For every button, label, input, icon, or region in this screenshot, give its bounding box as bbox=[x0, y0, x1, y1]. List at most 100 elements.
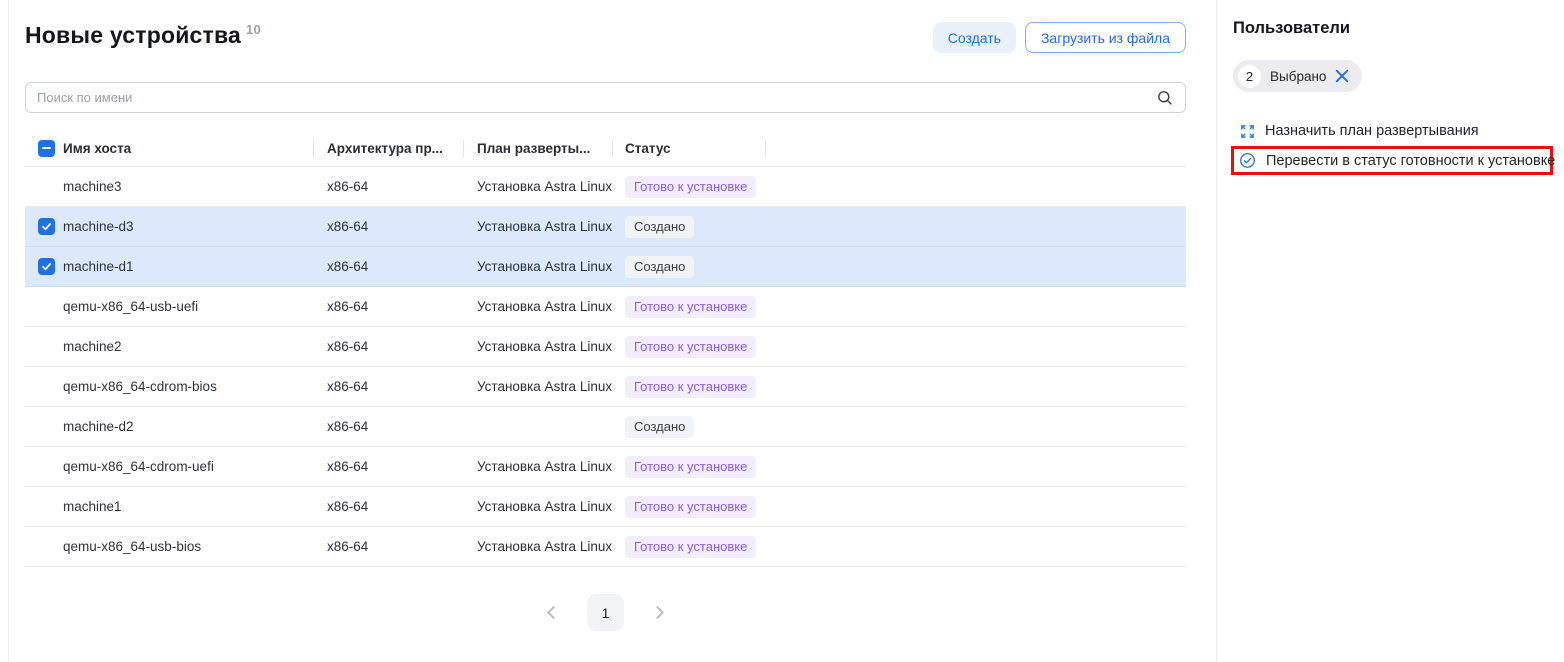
hostname-cell: qemu-x86_64-usb-bios bbox=[63, 539, 313, 554]
status-badge: Готово к установке bbox=[625, 456, 756, 478]
row-checkbox[interactable] bbox=[38, 258, 55, 275]
page-left-border bbox=[8, 0, 9, 662]
status-cell: Создано bbox=[612, 256, 765, 278]
hostname-cell: machine-d3 bbox=[63, 219, 313, 234]
architecture-cell: x86-64 bbox=[313, 299, 463, 314]
status-cell: Создано bbox=[612, 216, 765, 238]
selection-count: 2 bbox=[1238, 65, 1261, 88]
table-row[interactable]: machine-d3x86-64Установка Astra Linux x8… bbox=[25, 207, 1186, 247]
deployment-plan-cell: Установка Astra Linux x86-64 bbox=[463, 459, 612, 474]
table-row[interactable]: machine-d1x86-64Установка Astra Linux x8… bbox=[25, 247, 1186, 287]
status-badge: Готово к установке bbox=[625, 496, 756, 518]
page-title: Новые устройства 10 bbox=[25, 22, 261, 49]
deployment-plan-cell: Установка Astra Linux x86-64 bbox=[463, 539, 612, 554]
column-header-plan: План разверты... bbox=[463, 140, 612, 157]
users-panel: Пользователи 2 Выбрано Назначить план ра… bbox=[1233, 0, 1555, 175]
toolbar: Создать Загрузить из файла bbox=[933, 22, 1186, 53]
architecture-cell: x86-64 bbox=[313, 219, 463, 234]
table-row[interactable]: qemu-x86_64-cdrom-uefix86-64Установка As… bbox=[25, 447, 1186, 487]
column-header-status: Статус bbox=[612, 140, 765, 157]
status-cell: Готово к установке bbox=[612, 536, 765, 558]
devices-page: Новые устройства 10 Создать Загрузить из … bbox=[25, 0, 1186, 631]
status-badge: Готово к установке bbox=[625, 336, 756, 358]
row-checkbox[interactable] bbox=[38, 218, 55, 235]
architecture-cell: x86-64 bbox=[313, 499, 463, 514]
action-label: Назначить план развертывания bbox=[1265, 123, 1479, 139]
clear-selection-icon[interactable] bbox=[1335, 69, 1349, 83]
status-cell: Готово к установке bbox=[612, 496, 765, 518]
architecture-cell: x86-64 bbox=[313, 459, 463, 474]
hostname-cell: qemu-x86_64-usb-uefi bbox=[63, 299, 313, 314]
actions-list: Назначить план развертывания Перевести в… bbox=[1233, 121, 1555, 175]
architecture-cell: x86-64 bbox=[313, 539, 463, 554]
column-header-hostname: Имя хоста bbox=[63, 140, 313, 157]
status-badge: Создано bbox=[625, 256, 694, 278]
select-all-checkbox[interactable] bbox=[38, 140, 55, 157]
architecture-cell: x86-64 bbox=[313, 339, 463, 354]
status-badge: Готово к установке bbox=[625, 536, 756, 558]
device-count-badge: 10 bbox=[246, 22, 261, 37]
action-label: Перевести в статус готовности к установк… bbox=[1266, 153, 1555, 169]
column-header-architecture: Архитектура пр... bbox=[313, 140, 463, 157]
status-badge: Готово к установке bbox=[625, 176, 756, 198]
expand-arrows-icon bbox=[1240, 124, 1255, 139]
status-badge: Готово к установке bbox=[625, 296, 756, 318]
hostname-cell: machine-d2 bbox=[63, 419, 313, 434]
hostname-cell: machine1 bbox=[63, 499, 313, 514]
deployment-plan-cell: Установка Astra Linux x86-64 bbox=[463, 179, 612, 194]
deployment-plan-cell: Установка Astra Linux x86-64 bbox=[463, 219, 612, 234]
devices-table: Имя хоста Архитектура пр... План разверт… bbox=[25, 130, 1186, 567]
current-page-button[interactable]: 1 bbox=[587, 594, 624, 631]
set-ready-status-action[interactable]: Перевести в статус готовности к установк… bbox=[1231, 146, 1553, 175]
column-header-empty bbox=[765, 140, 1186, 157]
table-row[interactable]: machine-d2x86-64 Создано bbox=[25, 407, 1186, 447]
panel-title: Пользователи bbox=[1233, 19, 1555, 38]
status-cell: Готово к установке bbox=[612, 176, 765, 198]
table-row[interactable]: qemu-x86_64-usb-uefix86-64Установка Astr… bbox=[25, 287, 1186, 327]
table-row[interactable]: qemu-x86_64-usb-biosx86-64Установка Astr… bbox=[25, 527, 1186, 567]
table-header-row: Имя хоста Архитектура пр... План разверт… bbox=[25, 130, 1186, 167]
status-cell: Создано bbox=[612, 416, 765, 438]
table-row[interactable]: qemu-x86_64-cdrom-biosx86-64Установка As… bbox=[25, 367, 1186, 407]
hostname-cell: machine3 bbox=[63, 179, 313, 194]
panel-divider bbox=[1216, 0, 1217, 662]
deployment-plan-cell: Установка Astra Linux x86-64 bbox=[463, 339, 612, 354]
search-icon bbox=[1156, 89, 1173, 106]
status-badge: Создано bbox=[625, 416, 694, 438]
search-input[interactable] bbox=[25, 82, 1186, 113]
previous-page-button[interactable] bbox=[539, 600, 564, 625]
deployment-plan-cell: Установка Astra Linux x86-64 bbox=[463, 499, 612, 514]
hostname-cell: machine2 bbox=[63, 339, 313, 354]
table-row[interactable]: machine3x86-64Установка Astra Linux x86-… bbox=[25, 167, 1186, 207]
status-badge: Готово к установке bbox=[625, 376, 756, 398]
page-header: Новые устройства 10 Создать Загрузить из … bbox=[25, 22, 1186, 53]
pagination: 1 bbox=[25, 594, 1186, 631]
page-title-text: Новые устройства bbox=[25, 22, 241, 48]
check-circle-icon bbox=[1239, 152, 1256, 169]
upload-from-file-button[interactable]: Загрузить из файла bbox=[1025, 22, 1186, 53]
architecture-cell: x86-64 bbox=[313, 419, 463, 434]
architecture-cell: x86-64 bbox=[313, 179, 463, 194]
status-cell: Готово к установке bbox=[612, 376, 765, 398]
assign-deployment-plan-action[interactable]: Назначить план развертывания bbox=[1233, 121, 1555, 141]
search-box bbox=[25, 82, 1186, 113]
hostname-cell: machine-d1 bbox=[63, 259, 313, 274]
deployment-plan-cell: Установка Astra Linux x86-64 bbox=[463, 299, 612, 314]
architecture-cell: x86-64 bbox=[313, 259, 463, 274]
status-cell: Готово к установке bbox=[612, 336, 765, 358]
selection-label: Выбрано bbox=[1270, 69, 1326, 84]
status-cell: Готово к установке bbox=[612, 456, 765, 478]
table-body: machine3x86-64Установка Astra Linux x86-… bbox=[25, 167, 1186, 567]
status-cell: Готово к установке bbox=[612, 296, 765, 318]
create-button[interactable]: Создать bbox=[933, 22, 1016, 53]
selection-pill[interactable]: 2 Выбрано bbox=[1233, 60, 1362, 92]
table-row[interactable]: machine2x86-64Установка Astra Linux x86-… bbox=[25, 327, 1186, 367]
architecture-cell: x86-64 bbox=[313, 379, 463, 394]
next-page-button[interactable] bbox=[647, 600, 672, 625]
deployment-plan-cell: Установка Astra Linux x86-64 bbox=[463, 259, 612, 274]
deployment-plan-cell: Установка Astra Linux x86-64 bbox=[463, 379, 612, 394]
hostname-cell: qemu-x86_64-cdrom-uefi bbox=[63, 459, 313, 474]
table-row[interactable]: machine1x86-64Установка Astra Linux x86-… bbox=[25, 487, 1186, 527]
hostname-cell: qemu-x86_64-cdrom-bios bbox=[63, 379, 313, 394]
status-badge: Создано bbox=[625, 216, 694, 238]
